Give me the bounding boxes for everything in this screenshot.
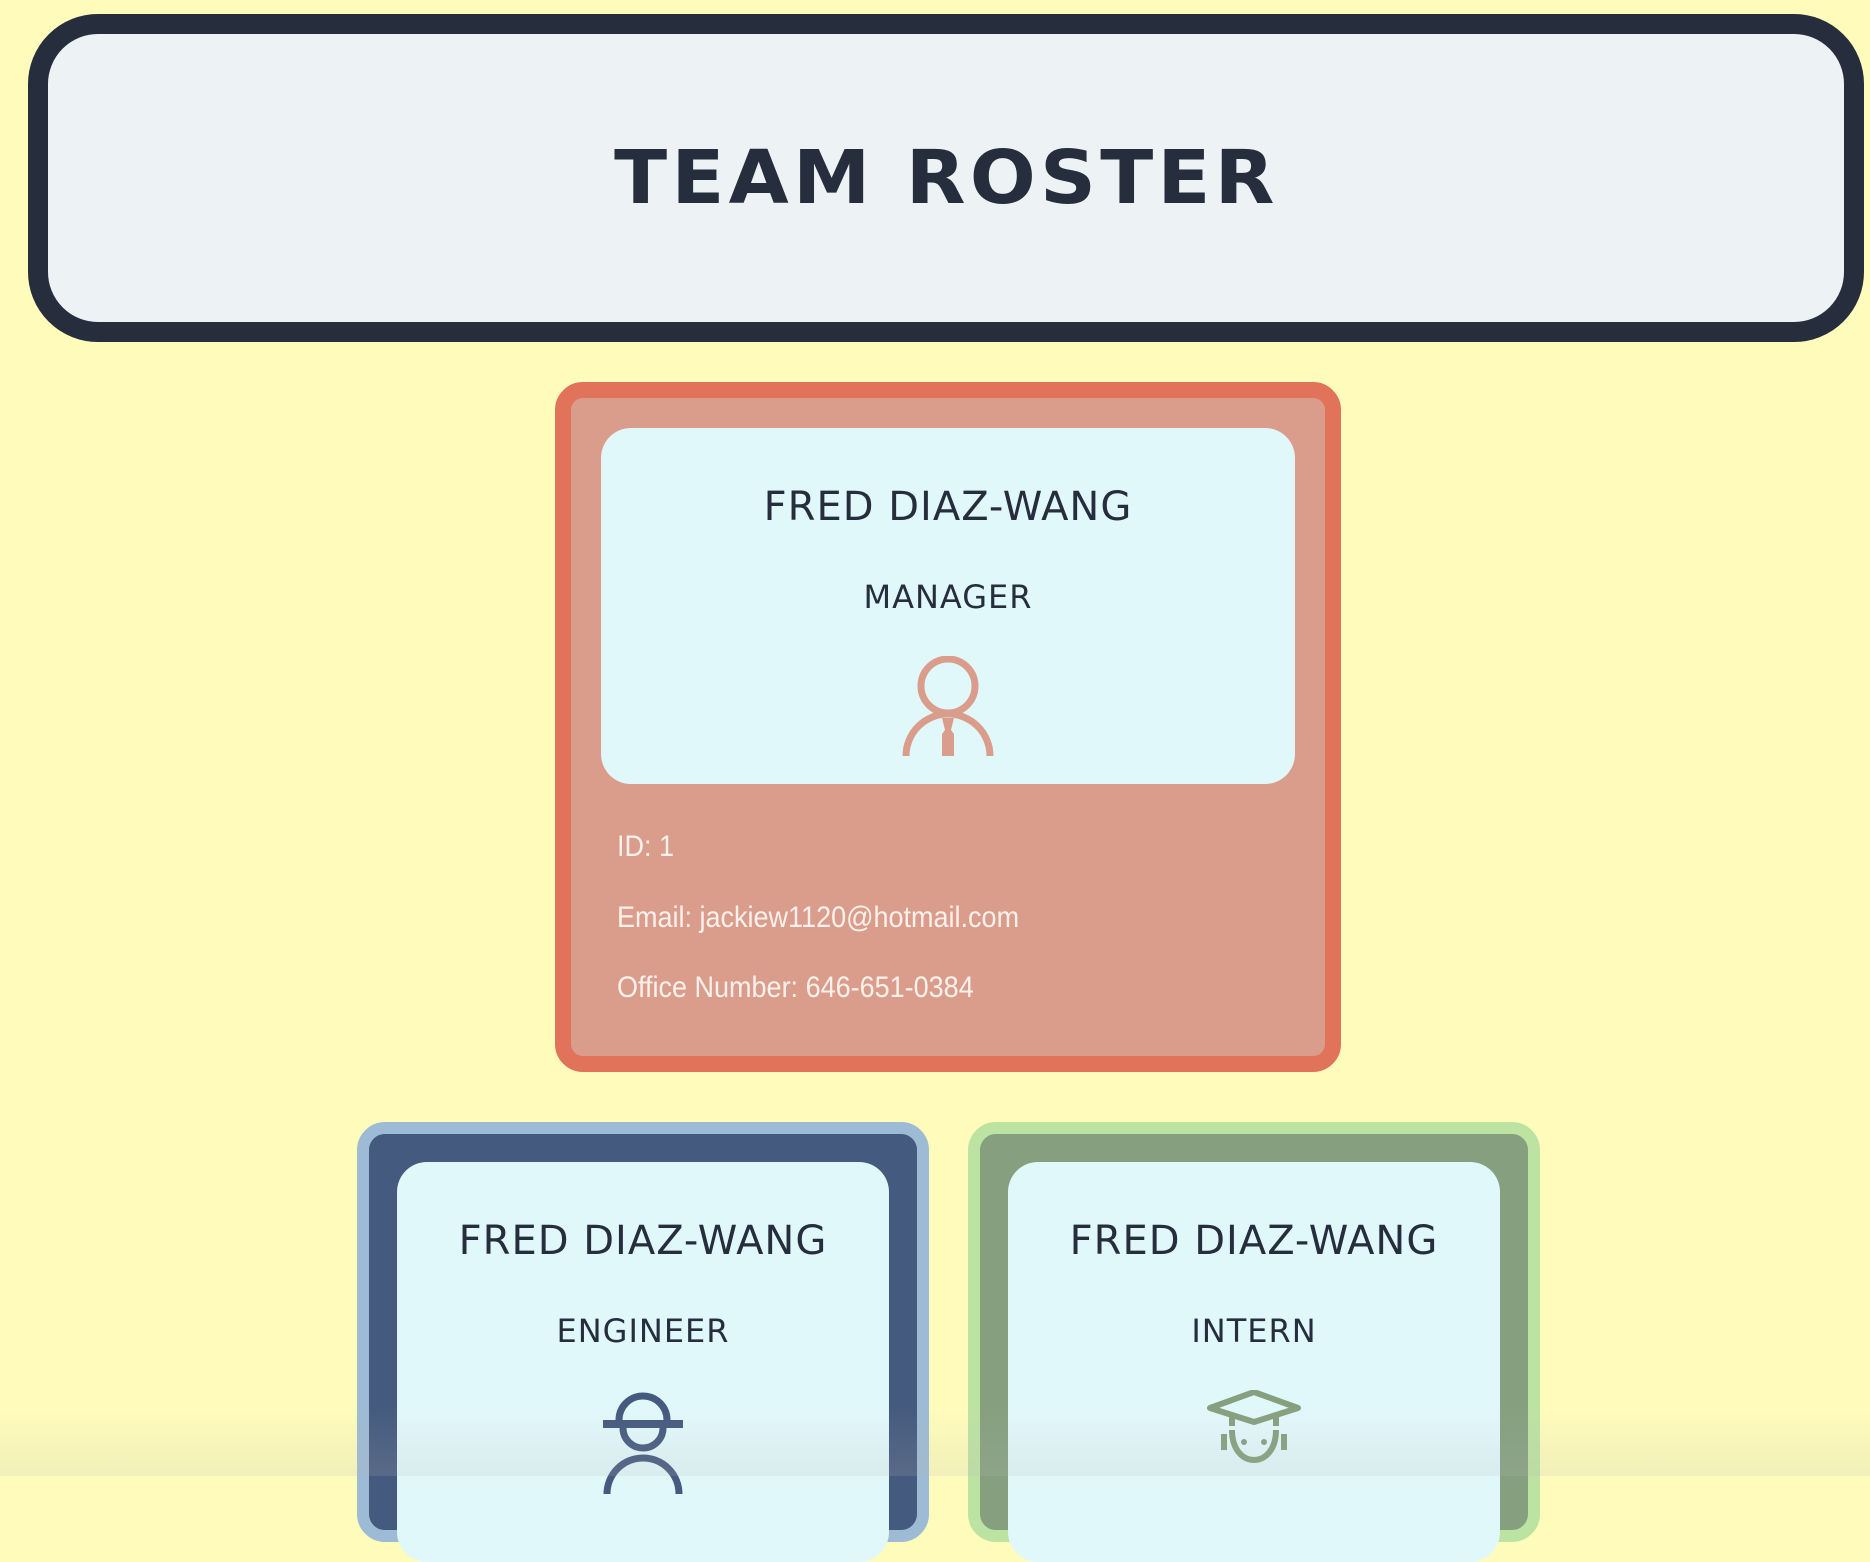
intern-graduate-icon <box>1207 1390 1301 1463</box>
employee-card-manager: FRED DIAZ-WANG MANAGER ID: 1 Email: jack… <box>555 382 1341 1072</box>
page-header: TEAM ROSTER <box>28 14 1864 342</box>
employee-name: FRED DIAZ-WANG <box>1069 1218 1439 1264</box>
employee-card-intern: FRED DIAZ-WANG INTERN <box>968 1122 1540 1562</box>
employee-id: ID: 1 <box>617 830 675 863</box>
employee-role: ENGINEER <box>556 1312 730 1350</box>
card-header: FRED DIAZ-WANG MANAGER <box>601 428 1295 784</box>
employee-email[interactable]: Email: jackiew1120@hotmail.com <box>617 901 1019 935</box>
page-title: TEAM ROSTER <box>613 135 1279 221</box>
card-header: FRED DIAZ-WANG INTERN <box>1008 1162 1500 1562</box>
employee-role: INTERN <box>1191 1312 1317 1350</box>
bottom-shadow <box>0 1406 1870 1476</box>
manager-person-icon <box>902 656 994 757</box>
card-header: FRED DIAZ-WANG ENGINEER <box>397 1162 889 1562</box>
employee-name: FRED DIAZ-WANG <box>458 1218 828 1264</box>
employee-role: MANAGER <box>863 578 1033 616</box>
employee-card-engineer: FRED DIAZ-WANG ENGINEER <box>357 1122 929 1562</box>
employee-name: FRED DIAZ-WANG <box>763 484 1133 530</box>
office-number: Office Number: 646-651-0384 <box>617 971 974 1004</box>
engineer-hardhat-icon <box>603 1392 683 1494</box>
